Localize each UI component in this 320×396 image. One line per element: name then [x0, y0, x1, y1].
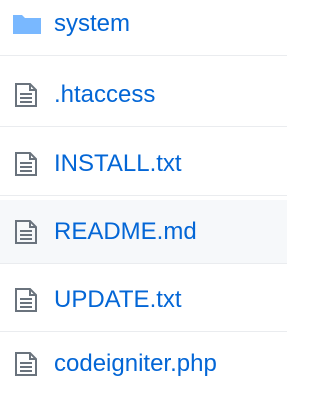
list-item-readme[interactable]: README.md	[0, 200, 287, 264]
folder-icon	[13, 14, 41, 34]
list-item-htaccess[interactable]: .htaccess	[0, 63, 287, 127]
file-icon	[15, 82, 37, 107]
file-list: system .htaccess INSTALL.txt README.md U…	[0, 0, 287, 390]
file-name[interactable]: README.md	[54, 217, 197, 247]
list-item-install[interactable]: INSTALL.txt	[0, 132, 287, 196]
file-icon	[15, 352, 37, 376]
file-icon	[15, 287, 37, 312]
file-name[interactable]: codeigniter.php	[54, 349, 217, 379]
file-name[interactable]: .htaccess	[54, 80, 155, 110]
list-item-update[interactable]: UPDATE.txt	[0, 268, 287, 332]
list-item-system[interactable]: system	[0, 0, 287, 56]
file-name[interactable]: INSTALL.txt	[54, 149, 182, 179]
file-icon	[15, 151, 37, 176]
file-name[interactable]: system	[54, 9, 130, 39]
file-icon	[15, 219, 37, 244]
list-item-codeigniter[interactable]: codeigniter.php	[0, 332, 287, 396]
file-name[interactable]: UPDATE.txt	[54, 285, 182, 315]
